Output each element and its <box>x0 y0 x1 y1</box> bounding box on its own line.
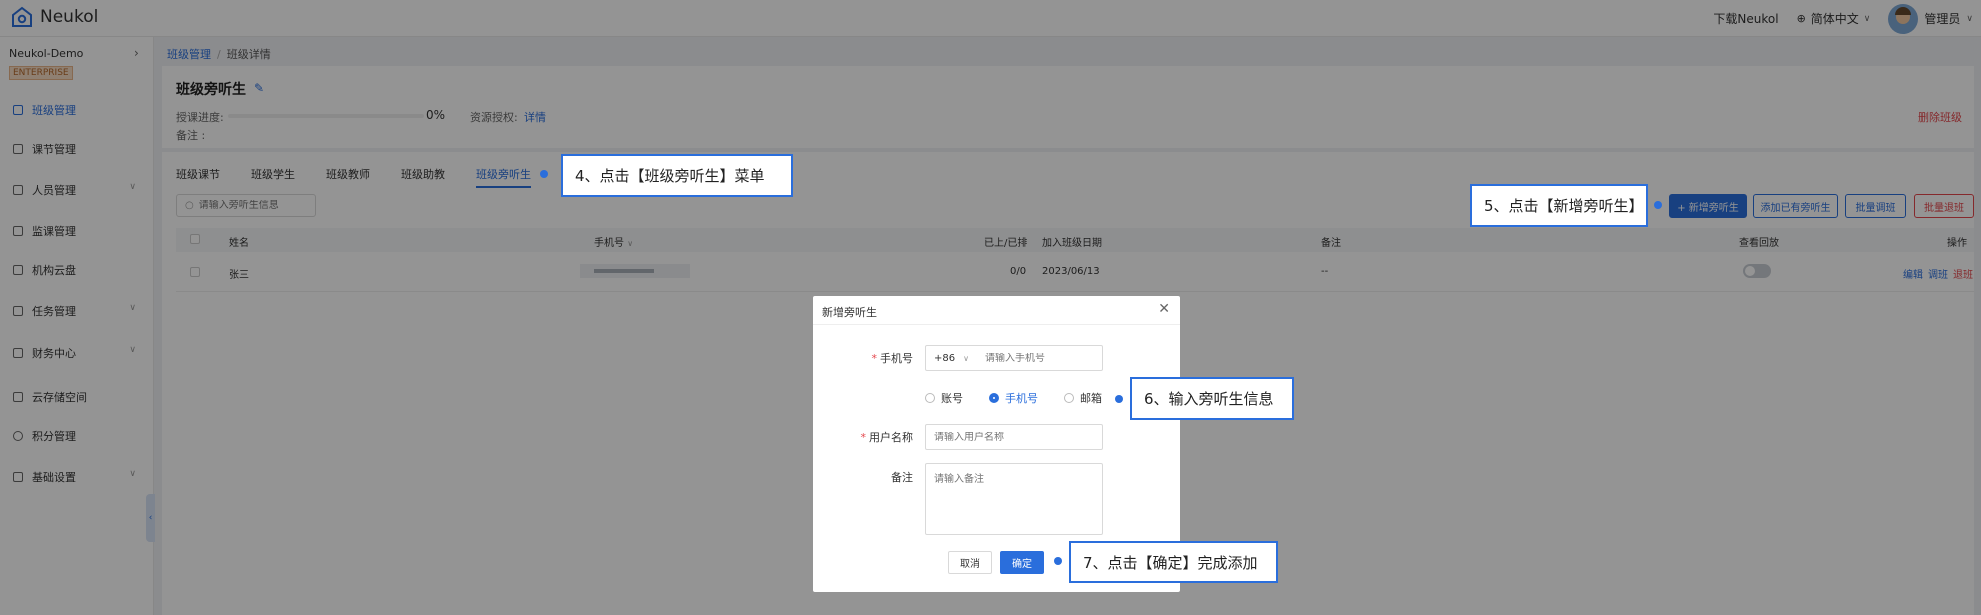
callout-step4: 4、点击【班级旁听生】菜单 <box>561 154 793 197</box>
radio-account[interactable]: 账号 <box>925 390 963 406</box>
confirm-button[interactable]: 确定 <box>1000 551 1044 574</box>
note-field[interactable] <box>925 463 1103 535</box>
country-code: +86 <box>934 352 956 364</box>
radio-phone[interactable]: 手机号 <box>989 390 1038 406</box>
callout-step5: 5、点击【新增旁听生】 <box>1470 184 1648 227</box>
radio-dot <box>989 393 999 403</box>
step-marker-dot <box>1654 201 1662 209</box>
username-label-text: 用户名称 <box>869 431 913 444</box>
callout-step6: 6、输入旁听生信息 <box>1130 377 1294 420</box>
step-marker-dot <box>1054 557 1062 565</box>
radio-dot <box>925 393 935 403</box>
step-marker-dot <box>540 170 548 178</box>
note-field-label: 备注 <box>891 471 913 484</box>
cancel-button[interactable]: 取消 <box>948 551 992 574</box>
radio-label: 手机号 <box>1005 392 1038 405</box>
radio-dot <box>1064 393 1074 403</box>
phone-label: * 手机号 <box>813 350 914 366</box>
radio-email[interactable]: 邮箱 <box>1064 390 1102 406</box>
username-input[interactable] <box>934 431 1102 443</box>
username-label: * 用户名称 <box>813 429 914 445</box>
divider <box>813 324 1180 325</box>
phone-field[interactable]: +86 ∨ <box>925 345 1103 371</box>
close-icon[interactable]: ✕ <box>1158 301 1170 317</box>
note-textarea[interactable] <box>934 470 1102 528</box>
required-mark: * <box>860 431 867 444</box>
username-field[interactable] <box>925 424 1103 450</box>
callout-step7: 7、点击【确定】完成添加 <box>1069 541 1278 583</box>
phone-label-text: 手机号 <box>880 352 913 365</box>
dialog-title: 新增旁听生 <box>822 306 877 319</box>
phone-input[interactable] <box>984 352 1102 364</box>
chevron-down-icon: ∨ <box>963 353 969 363</box>
required-mark: * <box>871 352 878 365</box>
step-marker-dot <box>1115 395 1123 403</box>
radio-label: 邮箱 <box>1080 392 1102 405</box>
radio-label: 账号 <box>941 392 963 405</box>
country-code-select[interactable]: +86 ∨ <box>934 353 977 364</box>
